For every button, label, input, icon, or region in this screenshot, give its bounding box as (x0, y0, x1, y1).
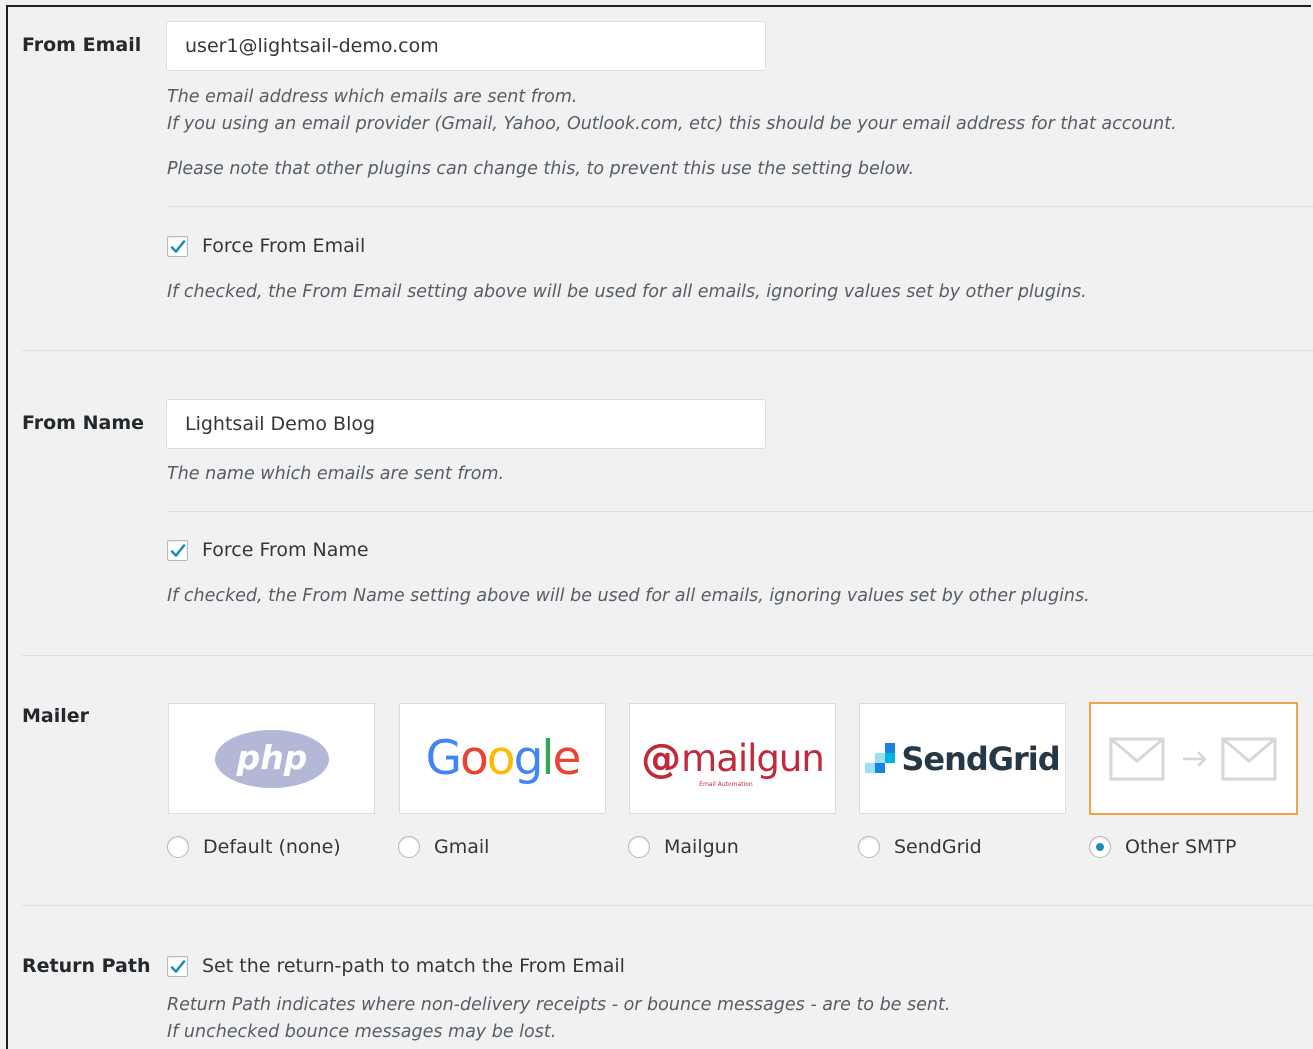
google-logo-icon: Google (425, 731, 582, 786)
mailer-card-google[interactable]: Google (399, 703, 606, 814)
from-email-note: Please note that other plugins can chang… (167, 159, 915, 179)
mailer-option-label: Other SMTP (1125, 836, 1237, 858)
mailer-option-gmail[interactable]: Gmail (398, 834, 489, 860)
mailer-card-mailgun[interactable]: @ mailgun Email Automation (629, 703, 836, 814)
checkmark-icon (170, 543, 186, 557)
mailer-radio-other-smtp[interactable] (1089, 836, 1111, 858)
section-divider (22, 350, 1313, 351)
force-from-email-description: If checked, the From Email setting above… (167, 282, 1087, 302)
return-path-check-label: Set the return-path to match the From Em… (202, 955, 625, 977)
force-from-name-row[interactable]: Force From Name (167, 538, 369, 562)
return-path-label: Return Path (22, 955, 151, 977)
mailer-option-label: Mailgun (664, 836, 739, 858)
from-email-description-line2: If you using an email provider (Gmail, Y… (167, 114, 1177, 134)
sendgrid-logo-icon: SendGrid (865, 740, 1061, 778)
mailer-card-other-smtp[interactable] (1089, 702, 1298, 815)
mailer-radio-default[interactable] (167, 836, 189, 858)
mailer-card-sendgrid[interactable]: SendGrid (859, 703, 1066, 814)
mailer-radio-gmail[interactable] (398, 836, 420, 858)
mailer-card-php[interactable]: php (168, 703, 375, 814)
force-from-name-description: If checked, the From Name setting above … (167, 586, 1090, 606)
from-email-input[interactable] (166, 21, 766, 71)
mailer-radio-sendgrid[interactable] (858, 836, 880, 858)
mailer-label: Mailer (22, 705, 90, 727)
checkmark-icon (170, 959, 186, 973)
sendgrid-mark-icon (865, 742, 896, 773)
section-divider (22, 655, 1313, 656)
force-from-email-checkbox[interactable] (167, 235, 188, 257)
from-name-description: The name which emails are sent from. (167, 464, 505, 484)
force-from-name-label: Force From Name (202, 539, 369, 561)
return-path-row[interactable]: Set the return-path to match the From Em… (167, 954, 625, 978)
from-email-description-line1: The email address which emails are sent … (167, 87, 578, 107)
checkmark-icon (170, 239, 186, 253)
return-path-checkbox[interactable] (167, 955, 188, 977)
return-path-description-line1: Return Path indicates where non-delivery… (167, 995, 951, 1015)
php-logo-icon: php (214, 729, 329, 788)
mailer-option-sendgrid[interactable]: SendGrid (858, 834, 982, 860)
radio-selected-dot (1096, 843, 1104, 851)
envelope-arrow-envelope-icon (1109, 737, 1276, 780)
force-from-email-label: Force From Email (202, 235, 366, 257)
from-email-label: From Email (22, 34, 142, 56)
svg-text:php: php (235, 738, 307, 777)
divider (167, 511, 1313, 512)
mailer-option-label: Gmail (434, 836, 490, 858)
mailer-option-default[interactable]: Default (none) (167, 834, 341, 860)
mailer-option-label: SendGrid (894, 836, 982, 858)
mailer-radio-mailgun[interactable] (628, 836, 650, 858)
mailer-option-other-smtp[interactable]: Other SMTP (1089, 834, 1237, 860)
mailer-option-mailgun[interactable]: Mailgun (628, 834, 739, 860)
from-name-label: From Name (22, 412, 145, 434)
divider (167, 206, 1313, 207)
force-from-name-checkbox[interactable] (167, 539, 188, 561)
from-name-input[interactable] (166, 399, 766, 449)
force-from-email-row[interactable]: Force From Email (167, 234, 365, 258)
section-divider (22, 905, 1313, 906)
mailer-option-label: Default (none) (203, 836, 341, 858)
mailgun-logo-icon: @ mailgun Email Automation (641, 735, 825, 788)
return-path-description-line2: If unchecked bounce messages may be lost… (167, 1022, 557, 1042)
